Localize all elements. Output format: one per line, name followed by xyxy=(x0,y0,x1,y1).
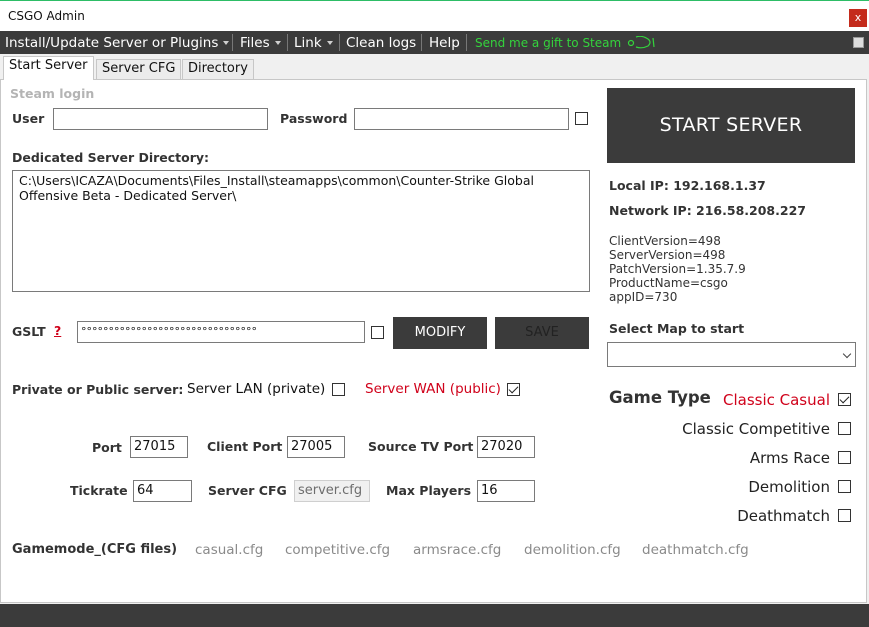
cfg-file-competitive[interactable]: competitive.cfg xyxy=(285,542,390,558)
dropdown-arrow-icon xyxy=(326,41,333,45)
menu-clean-logs[interactable]: Clean logs xyxy=(346,35,416,51)
cfg-file-armsrace[interactable]: armsrace.cfg xyxy=(413,542,501,558)
gslt-label: GSLT xyxy=(12,324,46,339)
tab-server-cfg[interactable]: Server CFG xyxy=(96,59,182,80)
map-select[interactable] xyxy=(607,342,856,367)
game-type-deathmatch-checkbox[interactable] xyxy=(838,509,851,522)
window-title: CSGO Admin xyxy=(8,9,85,23)
menu-bar: Install/Update Server or Plugins Files L… xyxy=(0,31,869,54)
server-lan-checkbox[interactable] xyxy=(332,383,345,396)
menu-separator xyxy=(287,34,288,51)
password-input[interactable] xyxy=(354,108,569,130)
dropdown-arrow-icon xyxy=(274,41,281,45)
version-line: ClientVersion=498 xyxy=(609,234,721,248)
tickrate-input[interactable]: 64 xyxy=(133,480,192,502)
steam-icon xyxy=(627,35,655,49)
server-wan-checkbox[interactable] xyxy=(507,383,520,396)
game-type-classic-competitive-checkbox[interactable] xyxy=(838,422,851,435)
server-type-label: Private or Public server: xyxy=(12,382,184,397)
menu-install-update[interactable]: Install/Update Server or Plugins xyxy=(5,35,230,51)
modify-button[interactable]: MODIFY xyxy=(393,317,487,349)
version-line: ServerVersion=498 xyxy=(609,248,726,262)
user-label: User xyxy=(12,111,45,126)
port-label: Port xyxy=(92,440,122,455)
menu-gift-link[interactable]: Send me a gift to Steam xyxy=(475,35,657,50)
cfg-file-demolition[interactable]: demolition.cfg xyxy=(524,542,621,558)
game-type-arms-race-checkbox[interactable] xyxy=(838,451,851,464)
menu-link[interactable]: Link xyxy=(294,35,333,51)
select-map-label: Select Map to start xyxy=(609,321,745,336)
tickrate-label: Tickrate xyxy=(70,483,128,498)
chevron-down-icon xyxy=(842,349,852,359)
close-button[interactable]: x xyxy=(849,9,867,27)
cfg-file-casual[interactable]: casual.cfg xyxy=(195,542,263,558)
game-type-classic-casual-label: Classic Casual xyxy=(723,391,830,409)
menu-files[interactable]: Files xyxy=(240,35,281,51)
port-input[interactable]: 27015 xyxy=(130,436,188,458)
menu-checkbox[interactable] xyxy=(853,37,864,48)
version-line: PatchVersion=1.35.7.9 xyxy=(609,262,746,276)
version-line: ProductName=csgo xyxy=(609,276,728,290)
directory-label: Dedicated Server Directory: xyxy=(12,150,210,165)
game-type-deathmatch-label: Deathmatch xyxy=(737,507,830,525)
game-type-label: Game Type xyxy=(609,388,711,407)
source-tv-port-label: Source TV Port xyxy=(368,439,474,454)
user-input[interactable] xyxy=(53,108,268,130)
tab-start-server[interactable]: Start Server xyxy=(3,56,94,80)
max-players-input[interactable]: 16 xyxy=(477,480,535,502)
client-port-input[interactable]: 27005 xyxy=(287,436,345,458)
title-bar: CSGO Admin x xyxy=(0,0,869,31)
server-cfg-label: Server CFG xyxy=(208,483,287,498)
menu-separator xyxy=(339,34,340,51)
menu-help[interactable]: Help xyxy=(429,35,460,51)
start-server-button[interactable]: START SERVER xyxy=(607,88,855,163)
game-type-demolition-label: Demolition xyxy=(748,478,830,496)
game-type-demolition-checkbox[interactable] xyxy=(838,480,851,493)
tab-bar: Start Server Server CFG Directory xyxy=(0,54,869,80)
version-line: appID=730 xyxy=(609,290,678,304)
source-tv-port-input[interactable]: 27020 xyxy=(477,436,535,458)
game-type-arms-race-label: Arms Race xyxy=(749,449,830,467)
network-ip: Network IP: 216.58.208.227 xyxy=(609,203,806,218)
password-label: Password xyxy=(280,111,348,126)
gslt-show-checkbox[interactable] xyxy=(371,326,384,339)
show-password-checkbox[interactable] xyxy=(575,112,588,125)
menu-separator xyxy=(421,34,422,51)
gslt-help-link[interactable]: ? xyxy=(54,323,61,338)
version-info: ClientVersion=498 ServerVersion=498 Patc… xyxy=(609,234,746,304)
game-type-classic-competitive-label: Classic Competitive xyxy=(682,420,830,438)
client-port-label: Client Port xyxy=(207,439,283,454)
server-wan-label: Server WAN (public) xyxy=(365,381,501,397)
gslt-input[interactable]: °°°°°°°°°°°°°°°°°°°°°°°°°°°°°°°° xyxy=(77,321,365,343)
server-lan-label: Server LAN (private) xyxy=(187,381,326,397)
tab-directory[interactable]: Directory xyxy=(182,59,254,80)
steam-login-heading: Steam login xyxy=(10,86,95,101)
max-players-label: Max Players xyxy=(386,483,472,498)
status-bar xyxy=(0,604,869,627)
menu-separator xyxy=(232,34,233,51)
directory-textarea[interactable]: C:\Users\ICAZA\Documents\Files_Install\s… xyxy=(12,170,590,292)
menu-separator xyxy=(466,34,467,51)
cfg-file-deathmatch[interactable]: deathmatch.cfg xyxy=(642,542,749,558)
server-cfg-input: server.cfg xyxy=(294,480,370,502)
save-button[interactable]: SAVE xyxy=(495,317,589,349)
local-ip: Local IP: 192.168.1.37 xyxy=(609,178,766,193)
game-type-classic-casual-checkbox[interactable] xyxy=(838,393,851,406)
gamemode-label: Gamemode_(CFG files) xyxy=(12,542,178,557)
dropdown-arrow-icon xyxy=(223,41,230,45)
